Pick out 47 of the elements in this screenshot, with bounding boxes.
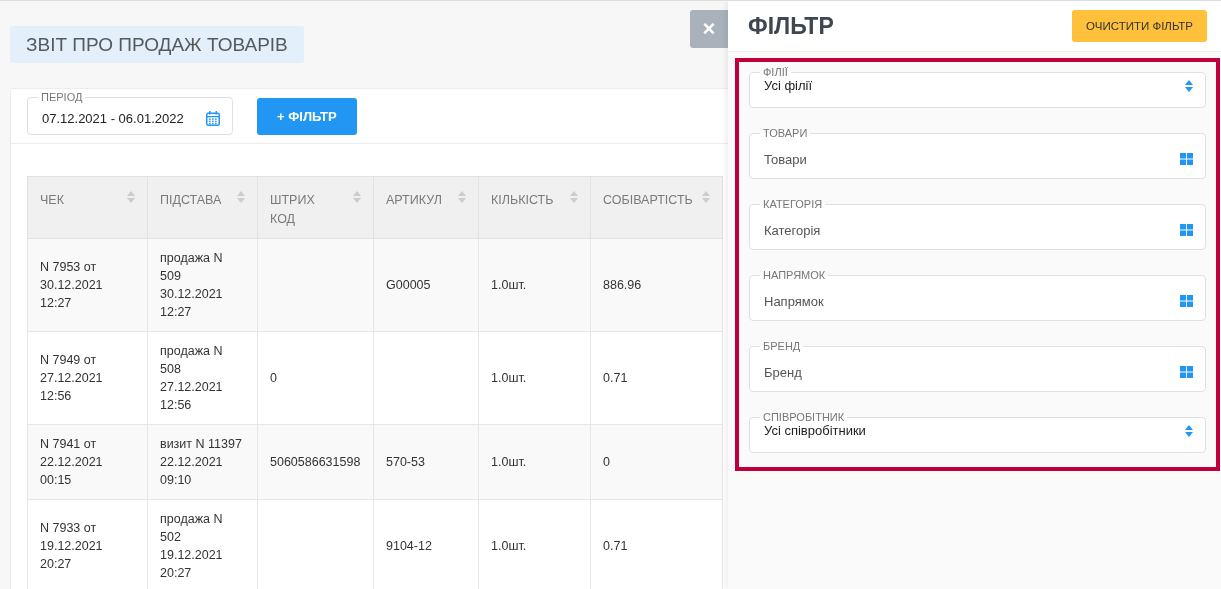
column-header[interactable]: ШТРИХ КОД	[257, 176, 374, 239]
table-cell: G00005	[373, 238, 479, 332]
table-cell: N 7953 от 30.12.2021 12:27	[27, 238, 148, 332]
field-label: СПІВРОБІТНИК	[762, 411, 846, 423]
page-title: ЗВІТ ПРО ПРОДАЖ ТОВАРІВ	[10, 26, 304, 63]
column-header[interactable]: КІЛЬКІСТЬ	[478, 176, 591, 239]
table-cell: 5060586631598	[257, 424, 374, 500]
table-cell: 1.0шт.	[478, 331, 591, 425]
field-label: БРЕНД	[762, 340, 802, 352]
grid-icon[interactable]	[1180, 153, 1193, 165]
table-cell: 0.71	[590, 331, 723, 425]
picker-field[interactable]: ТОВАРИ Товари	[749, 127, 1206, 179]
table-cell: продажа N 509 30.12.2021 12:27	[147, 238, 258, 332]
table-cell: N 7949 от 27.12.2021 12:56	[27, 331, 148, 425]
calendar-icon[interactable]	[206, 111, 220, 126]
table-cell: 1.0шт.	[478, 238, 591, 332]
column-header[interactable]: СОБІВАРТІСТЬ	[590, 176, 723, 239]
field-label: КАТЕГОРІЯ	[762, 198, 824, 210]
table-cell: 886.96	[590, 238, 723, 332]
select-field[interactable]: ФІЛІЇ Усі філії	[749, 66, 1206, 108]
table-cell: N 7941 от 22.12.2021 00:15	[27, 424, 148, 500]
column-header[interactable]: АРТИКУЛ	[373, 176, 479, 239]
date-range-field[interactable]: ПЕРІОД 07.12.2021 - 06.01.2022	[27, 91, 233, 135]
picker-field[interactable]: КАТЕГОРІЯ Категорія	[749, 198, 1206, 250]
field-label: ТОВАРИ	[762, 127, 809, 139]
table-cell: продажа N 508 27.12.2021 12:56	[147, 331, 258, 425]
field-label: ФІЛІЇ	[762, 66, 789, 78]
clear-filter-button[interactable]: ОЧИСТИТИ ФІЛЬТР	[1072, 10, 1207, 42]
table-cell: N 7933 от 19.12.2021 20:27	[27, 499, 148, 589]
picker-field[interactable]: БРЕНД Бренд	[749, 340, 1206, 392]
field-label: НАПРЯМОК	[762, 269, 827, 281]
column-header[interactable]: ПІДСТАВА	[147, 176, 258, 239]
sort-icon[interactable]	[1185, 79, 1193, 92]
grid-icon[interactable]	[1180, 366, 1193, 378]
field-label: ПЕРІОД	[40, 91, 84, 103]
grid-icon[interactable]	[1180, 295, 1193, 307]
table-cell: 0	[257, 331, 374, 425]
picker-field[interactable]: НАПРЯМОК Напрямок	[749, 269, 1206, 321]
table-cell: 1.0шт.	[478, 424, 591, 500]
table-cell: 570-53	[373, 424, 479, 500]
panel-title: ФІЛЬТР	[748, 12, 834, 40]
select-field[interactable]: СПІВРОБІТНИК Усі співробітники	[749, 411, 1206, 453]
table-cell: визит N 11397 22.12.2021 09:10	[147, 424, 258, 500]
sort-icon[interactable]	[1185, 424, 1193, 437]
grid-icon[interactable]	[1180, 224, 1193, 236]
table-cell: 0	[590, 424, 723, 500]
column-header[interactable]: ЧЕК	[27, 176, 148, 239]
